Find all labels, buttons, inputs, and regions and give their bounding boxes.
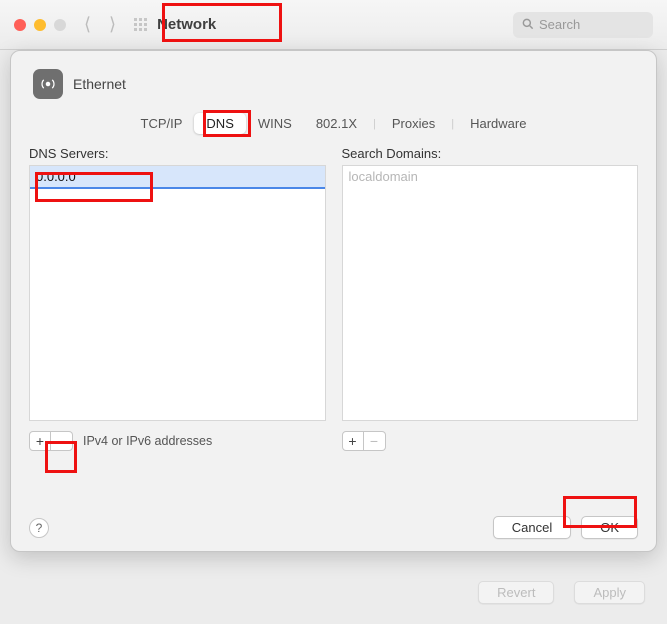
dns-add-button[interactable]: +	[29, 431, 51, 451]
help-button[interactable]: ?	[29, 518, 49, 538]
search-domain-row[interactable]: localdomain	[343, 166, 638, 187]
interface-name: Ethernet	[73, 76, 126, 92]
ok-button[interactable]: OK	[581, 516, 638, 539]
nav-arrows: ⟨ ⟩	[80, 14, 120, 35]
domains-list-controls: + −	[342, 431, 639, 451]
dns-server-row-editing[interactable]	[30, 166, 325, 189]
dns-server-input[interactable]	[36, 169, 319, 184]
search-field[interactable]: Search	[513, 12, 653, 38]
sheet-footer: ? Cancel OK	[29, 516, 638, 539]
tab-bar: TCP/IP DNS WINS 802.1X | Proxies | Hardw…	[29, 113, 638, 134]
back-button[interactable]: ⟨	[80, 14, 95, 35]
apply-button: Apply	[574, 581, 645, 604]
tab-8021x[interactable]: 802.1X	[304, 113, 369, 134]
zoom-window-button	[54, 19, 66, 31]
ethernet-icon	[33, 69, 63, 99]
tab-wins[interactable]: WINS	[246, 113, 304, 134]
cancel-button[interactable]: Cancel	[493, 516, 571, 539]
sheet-header: Ethernet	[29, 69, 638, 99]
search-domains-column: Search Domains: localdomain + −	[342, 146, 639, 451]
title-center: Network	[134, 16, 216, 33]
search-domains-label: Search Domains:	[342, 146, 639, 161]
domains-add-button[interactable]: +	[342, 431, 364, 451]
tab-separator: |	[447, 118, 458, 130]
dns-hint: IPv4 or IPv6 addresses	[83, 434, 212, 448]
tab-separator: |	[369, 118, 380, 130]
window-controls	[14, 19, 66, 31]
columns: DNS Servers: + − IPv4 or IPv6 addresses …	[29, 146, 638, 451]
forward-button: ⟩	[105, 14, 120, 35]
search-icon	[521, 17, 535, 34]
tab-proxies[interactable]: Proxies	[380, 113, 447, 134]
titlebar: ⟨ ⟩ Network Search	[0, 0, 667, 50]
tab-tcpip[interactable]: TCP/IP	[129, 113, 195, 134]
dns-servers-column: DNS Servers: + − IPv4 or IPv6 addresses	[29, 146, 326, 451]
minimize-window-button[interactable]	[34, 19, 46, 31]
domains-remove-button: −	[364, 431, 386, 451]
revert-button: Revert	[478, 581, 554, 604]
window-title: Network	[157, 16, 216, 33]
tab-dns[interactable]: DNS	[194, 113, 245, 134]
dns-servers-list[interactable]	[29, 165, 326, 421]
domains-add-remove-group: + −	[342, 431, 386, 451]
search-domains-list[interactable]: localdomain	[342, 165, 639, 421]
dns-list-controls: + − IPv4 or IPv6 addresses	[29, 431, 326, 451]
search-placeholder: Search	[539, 17, 580, 32]
show-all-icon[interactable]	[134, 18, 147, 31]
dns-remove-button[interactable]: −	[51, 431, 73, 451]
close-window-button[interactable]	[14, 19, 26, 31]
dns-sheet: Ethernet TCP/IP DNS WINS 802.1X | Proxie…	[10, 50, 657, 552]
dns-add-remove-group: + −	[29, 431, 73, 451]
tab-hardware[interactable]: Hardware	[458, 113, 538, 134]
dns-servers-label: DNS Servers:	[29, 146, 326, 161]
window-footer: Revert Apply	[468, 581, 645, 604]
preferences-window: ⟨ ⟩ Network Search Ethernet TCP/IP DNS W…	[0, 0, 667, 624]
